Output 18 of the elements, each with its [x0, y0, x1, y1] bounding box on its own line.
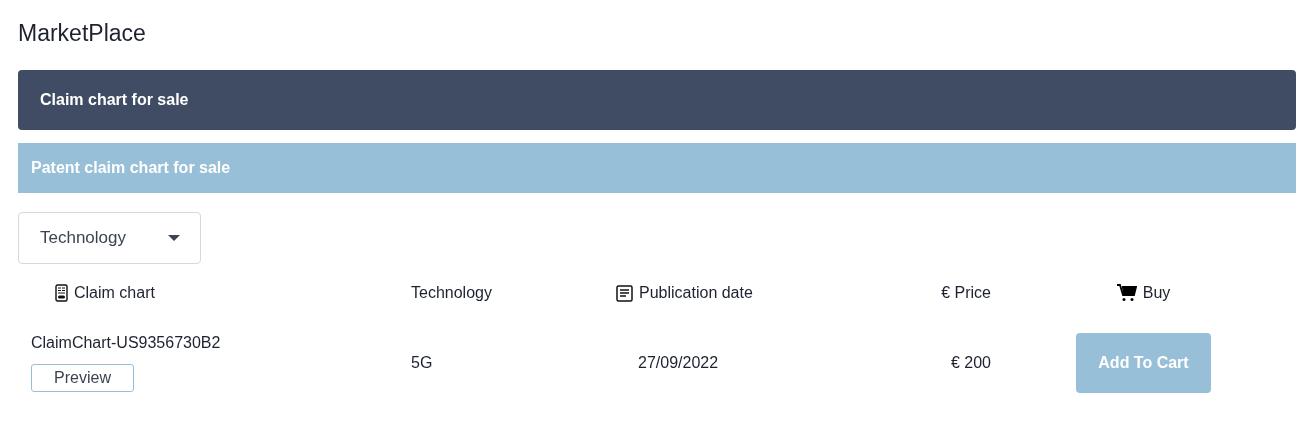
page-title: MarketPlace	[18, 20, 146, 47]
table-cell: 5G	[411, 354, 433, 372]
table-cell: € 200	[950, 354, 991, 372]
claim-chart-name: ClaimChart-US9356730B2	[31, 334, 221, 352]
cart-icon	[1116, 284, 1137, 302]
table-cell: 27/09/2022	[638, 354, 719, 372]
caret-icon	[168, 235, 180, 241]
column-header: Technology	[411, 284, 492, 302]
column-header: € Price	[941, 284, 991, 302]
section-header: Claim chart for sale	[18, 70, 1296, 130]
column-header: Buy	[1142, 284, 1171, 302]
technology-dropdown[interactable]: Technology	[18, 212, 201, 264]
document-icon	[616, 284, 633, 302]
section-subheader: Patent claim chart for sale	[18, 143, 1296, 193]
column-header: Claim chart	[74, 284, 155, 302]
document-chart-icon	[55, 284, 68, 302]
column-header: Publication date	[639, 284, 753, 302]
preview-button[interactable]: Preview	[31, 364, 134, 392]
